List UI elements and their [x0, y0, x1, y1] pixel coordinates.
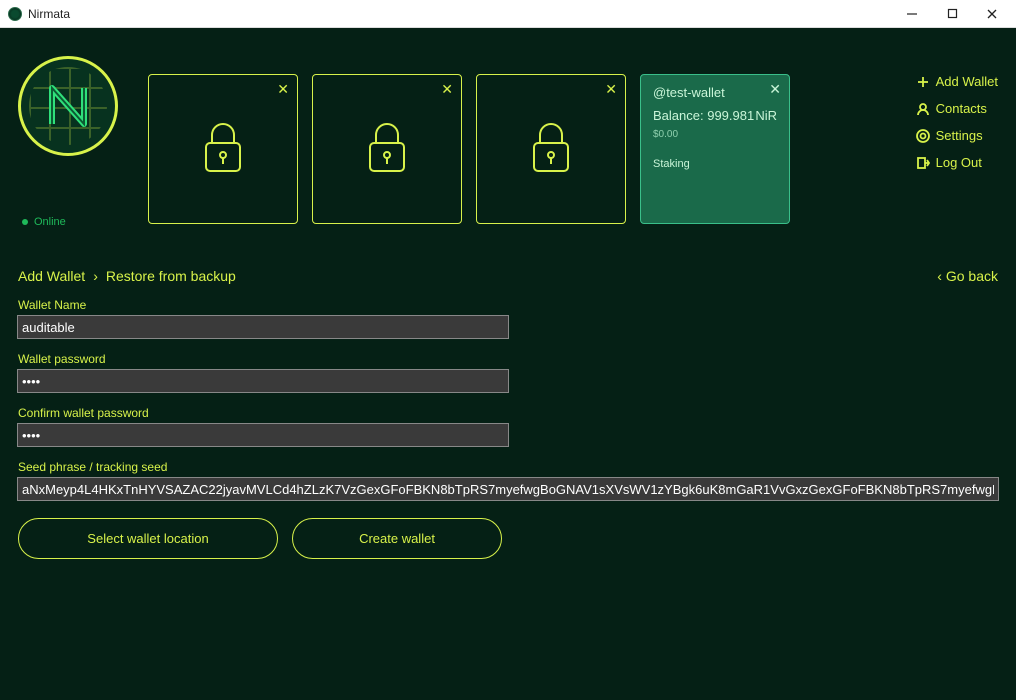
staking-label: Staking — [653, 158, 777, 170]
plus-icon — [916, 75, 930, 89]
balance-value: 999.981 — [707, 108, 754, 123]
active-wallet-card[interactable]: ✕ @test-wallet Balance: 999.981 NiR $0.0… — [640, 74, 790, 224]
nav-label: Contacts — [936, 101, 987, 116]
seed-phrase-label: Seed phrase / tracking seed — [18, 460, 998, 474]
nav-logout[interactable]: Log Out — [916, 155, 998, 170]
app-body: Online ✕ ✕ ✕ ✕ — [0, 28, 1016, 700]
lock-icon — [362, 119, 412, 180]
close-icon[interactable]: ✕ — [605, 81, 617, 98]
wallet-password-input[interactable] — [18, 370, 508, 392]
go-back-label: Go back — [946, 268, 998, 284]
wallet-name-label: Wallet Name — [18, 298, 998, 312]
status-indicator: Online — [22, 216, 148, 228]
minimize-button[interactable] — [892, 1, 932, 27]
go-back-button[interactable]: ‹ Go back — [937, 268, 998, 284]
close-icon[interactable]: ✕ — [441, 81, 453, 98]
logout-icon — [916, 156, 930, 170]
lock-icon — [198, 119, 248, 180]
chevron-right-icon: › — [93, 268, 98, 284]
close-button[interactable] — [972, 1, 1012, 27]
breadcrumb: Add Wallet › Restore from backup — [18, 268, 236, 284]
window-titlebar: Nirmata — [0, 0, 1016, 28]
lock-icon — [526, 119, 576, 180]
locked-wallet-card[interactable]: ✕ — [148, 74, 298, 224]
nav-contacts[interactable]: Contacts — [916, 101, 998, 116]
nav-label: Add Wallet — [936, 74, 998, 89]
currency-label: NiR — [755, 108, 777, 123]
select-wallet-location-button[interactable]: Select wallet location — [18, 518, 278, 559]
user-icon — [916, 102, 930, 116]
breadcrumb-leaf: Restore from backup — [106, 268, 236, 284]
wallet-password-label: Wallet password — [18, 352, 998, 366]
logo — [18, 56, 118, 156]
window-title: Nirmata — [28, 7, 70, 21]
status-dot-icon — [22, 219, 28, 225]
close-icon[interactable]: ✕ — [769, 81, 781, 98]
confirm-password-label: Confirm wallet password — [18, 406, 998, 420]
app-icon — [8, 7, 22, 21]
confirm-password-input[interactable] — [18, 424, 508, 446]
nav-add-wallet[interactable]: Add Wallet — [916, 74, 998, 89]
active-wallet-name: @test-wallet — [653, 85, 777, 100]
chevron-left-icon: ‹ — [937, 268, 942, 284]
balance-label: Balance: — [653, 108, 704, 123]
maximize-button[interactable] — [932, 1, 972, 27]
create-wallet-button[interactable]: Create wallet — [292, 518, 502, 559]
nav-settings[interactable]: Settings — [916, 128, 998, 143]
status-label: Online — [34, 216, 66, 228]
gear-icon — [916, 129, 930, 143]
breadcrumb-root[interactable]: Add Wallet — [18, 268, 85, 284]
locked-wallet-card[interactable]: ✕ — [312, 74, 462, 224]
close-icon[interactable]: ✕ — [277, 81, 289, 98]
balance-usd: $0.00 — [653, 129, 777, 140]
wallet-name-input[interactable] — [18, 316, 508, 338]
seed-phrase-input[interactable] — [18, 478, 998, 500]
locked-wallet-card[interactable]: ✕ — [476, 74, 626, 224]
nav-label: Settings — [936, 128, 983, 143]
nav-label: Log Out — [936, 155, 982, 170]
